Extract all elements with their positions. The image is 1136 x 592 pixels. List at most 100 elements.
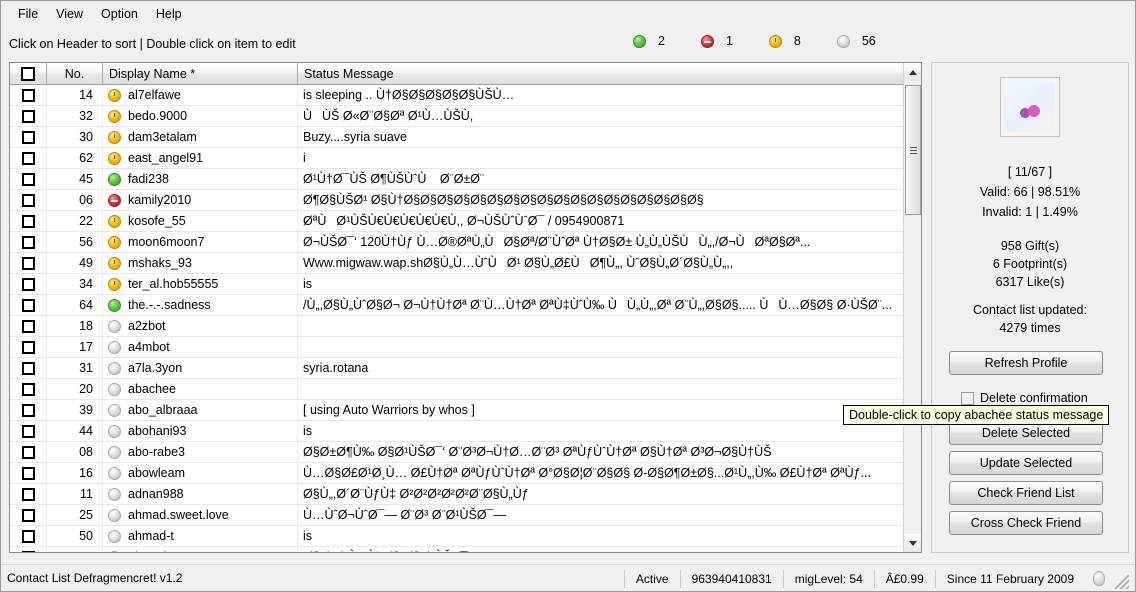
row-display-name-cell[interactable]: moon6moon7: [103, 231, 298, 253]
row-display-name-cell[interactable]: adnan988: [103, 483, 298, 505]
row-display-name-cell[interactable]: ahmad-t: [103, 525, 298, 547]
row-status-message[interactable]: [ using Auto Warriors by whos ]: [298, 400, 898, 421]
delete-confirmation-row[interactable]: Delete confirmation: [961, 391, 1088, 405]
column-header-display-name[interactable]: Display Name *: [103, 63, 298, 85]
row-status-message[interactable]: is sleeping .. Ù†Ø§Ø§Ø§Ø§Ø§ÙŠÙ…: [298, 85, 898, 106]
row-checkbox[interactable]: [21, 130, 35, 144]
row-display-name-cell[interactable]: east_angel91: [103, 147, 298, 169]
row-checkbox[interactable]: [21, 403, 35, 417]
row-display-name-cell[interactable]: dam3etalam: [103, 126, 298, 148]
row-checkbox[interactable]: [21, 256, 35, 270]
row-select-cell[interactable]: [10, 147, 47, 169]
table-row[interactable]: 06 kamily2010 Ø¶Ø§ÙŠØ¹ Ø§Ù†Ø§Ø§Ø§Ø§Ø§Ø§Ø§…: [10, 189, 903, 211]
column-header-no[interactable]: No.: [47, 63, 103, 85]
row-checkbox[interactable]: [21, 361, 35, 375]
table-row[interactable]: 20 abachee: [10, 378, 903, 400]
contact-list-view[interactable]: No. Display Name * Status Message 14 al7e…: [9, 62, 922, 553]
menu-help[interactable]: Help: [147, 4, 191, 24]
row-checkbox[interactable]: [21, 487, 35, 501]
row-display-name-cell[interactable]: kosofe_55: [103, 210, 298, 232]
row-select-cell[interactable]: [10, 504, 47, 526]
row-select-cell[interactable]: [10, 105, 47, 127]
row-status-message[interactable]: syria.rotana: [298, 358, 898, 379]
table-row[interactable]: 50 ahmad-t is: [10, 525, 903, 547]
row-status-message[interactable]: i: [298, 148, 898, 169]
row-select-cell[interactable]: [10, 168, 47, 190]
scroll-up-button[interactable]: [904, 63, 921, 81]
row-display-name-cell[interactable]: fadi238: [103, 168, 298, 190]
row-checkbox[interactable]: [21, 508, 35, 522]
table-row[interactable]: 64 the.-.-.sadness/Ù„,Ø§Ù„ÙˆØ§Ø¬ Ø¬Ù†Ù†Øª…: [10, 294, 903, 316]
menu-file[interactable]: File: [9, 4, 47, 24]
row-display-name-cell[interactable]: a7la.3yon: [103, 357, 298, 379]
row-select-cell[interactable]: [10, 210, 47, 232]
update-selected-button[interactable]: Update Selected: [949, 451, 1103, 475]
table-row[interactable]: 30 dam3etalam Buzy....syria suave: [10, 126, 903, 148]
scrollbar-thumb[interactable]: [905, 85, 921, 215]
row-select-cell[interactable]: [10, 525, 47, 547]
row-status-message[interactable]: [298, 316, 898, 337]
row-checkbox[interactable]: [21, 172, 35, 186]
table-row[interactable]: 18 a2zbot: [10, 315, 903, 337]
row-select-cell[interactable]: [10, 546, 47, 552]
row-display-name-cell[interactable]: abohani93: [103, 420, 298, 442]
row-select-cell[interactable]: [10, 315, 47, 337]
row-select-cell[interactable]: [10, 126, 47, 148]
delete-confirmation-checkbox[interactable]: [961, 391, 974, 405]
cross-check-friend-button[interactable]: Cross Check Friend: [949, 511, 1103, 535]
table-row[interactable]: 34 ter_al.hob55555 is: [10, 273, 903, 295]
row-status-message[interactable]: Ø¶Ø§ÙŠØ¹ Ø§Ù†Ø§Ø§Ø§Ø§Ø§Ø§Ø§Ø§Ø§Ø§Ø§Ø§Ø§Ø…: [298, 190, 898, 211]
row-checkbox[interactable]: [21, 466, 35, 480]
scroll-down-button[interactable]: [904, 534, 921, 552]
row-checkbox[interactable]: [21, 88, 35, 102]
check-friend-list-button[interactable]: Check Friend List: [949, 481, 1103, 505]
row-select-cell[interactable]: [10, 231, 47, 253]
row-status-message[interactable]: is: [298, 274, 898, 295]
row-display-name-cell[interactable]: abachee: [103, 378, 298, 400]
table-row[interactable]: 22 kosofe_55 ØªÙØ¹ÙŠÙ€Ù€Ù€Ù€Ù€Ù,, Ø¬ÙŠÙˆÙ…: [10, 210, 903, 232]
row-display-name-cell[interactable]: ahmadwrr: [103, 546, 298, 552]
row-display-name-cell[interactable]: a2zbot: [103, 315, 298, 337]
row-display-name-cell[interactable]: ahmad.sweet.love: [103, 504, 298, 526]
row-status-message[interactable]: Buzy....syria suave: [298, 127, 898, 148]
row-select-cell[interactable]: [10, 399, 47, 421]
avatar[interactable]: [1000, 77, 1060, 137]
resize-grip-icon[interactable]: [1115, 574, 1129, 589]
row-select-cell[interactable]: [10, 483, 47, 505]
row-status-message[interactable]: Ø§Ø¹Ø·ÙÙˆ Ø§ Ø§Ø¹ÙŠØ¯: [298, 547, 898, 552]
table-row[interactable]: 16 abowleam Ù…Ø§Ø£Ø¹Ø¸Ù… Ø£Ù†Øª ØªÙƒÙˆÙ†Øª…: [10, 462, 903, 484]
row-checkbox[interactable]: [21, 445, 35, 459]
row-status-message[interactable]: Ù…Ø§Ø£Ø¹Ø¸Ù… Ø£Ù†Øª ØªÙƒÙˆÙ†Øª Ø°Ø§Ø¦Ø¨Ø…: [298, 463, 898, 484]
row-display-name-cell[interactable]: abo-rabe3: [103, 441, 298, 463]
refresh-profile-button[interactable]: Refresh Profile: [949, 351, 1103, 375]
row-status-message[interactable]: ÙÙŠ Ø«Ø¨Ø§Øª Ø¹Ù…ÙŠÙ,: [298, 106, 898, 127]
row-status-message[interactable]: Ø¬ÙŠØ¯‘ 120Ù†Ùƒ Ù…Ø®ØªÙ„ÙØ§Øª/Ø¨ÙˆØª Ù†…: [298, 232, 898, 253]
table-row[interactable]: 49 mshaks_93 Www.migwaw.wap.shØ§Ù„Ù…ÙˆÙØ¹…: [10, 252, 903, 274]
row-status-message[interactable]: Ø§Ù„,Ø´Ø¨ÙƒÙ‡ Ø²Ø²Ø²Ø²Ø²Ø¨Ø§Ù„Ùƒ: [298, 484, 898, 505]
row-checkbox[interactable]: [21, 382, 35, 396]
row-checkbox[interactable]: [21, 109, 35, 123]
row-status-message[interactable]: Www.migwaw.wap.shØ§Ù„Ù…ÙˆÙØ¹ Ø§Ù„Ø£ÙØ¶…: [298, 253, 898, 274]
row-checkbox[interactable]: [21, 214, 35, 228]
row-display-name-cell[interactable]: a4mbot: [103, 336, 298, 358]
table-row[interactable]: 44 abohani93 is: [10, 420, 903, 442]
column-header-select-all[interactable]: [10, 63, 47, 85]
row-select-cell[interactable]: [10, 252, 47, 274]
row-checkbox[interactable]: [21, 298, 35, 312]
row-checkbox[interactable]: [21, 193, 35, 207]
table-row[interactable]: 39 abo_albraaa [ using Auto Warriors by wh…: [10, 399, 903, 421]
table-row[interactable]: 14 al7elfawe is sleeping .. Ù†Ø§Ø§Ø§Ø§Ø§ÙŠ…: [10, 85, 903, 106]
table-row[interactable]: 25 ahmad.sweet.love Ù…ÙˆØ¬ÙˆØ¯— Ø¨Ø³ Ø¨Ø¹Ù…: [10, 504, 903, 526]
select-all-checkbox[interactable]: [21, 66, 35, 81]
table-row[interactable]: 45 fadi238 Ø¹Ù†Ø¯ÙŠ Ø¶ÙŠÙˆÙ Ø¨Ø±Ø¨: [10, 168, 903, 190]
row-status-message[interactable]: is: [298, 421, 898, 442]
row-status-message[interactable]: /Ù„,Ø§Ù„ÙˆØ§Ø¬ Ø¬Ù†Ù†Øª Ø¨Ù…Ù†Øª ØªÙ‡ÙˆÙ…: [298, 295, 898, 316]
row-select-cell[interactable]: [10, 357, 47, 379]
row-status-message[interactable]: Ø§Ø±Ø¶Ù‰ Ø§Ø¹ÙŠØ¯‘ Ø¨Ø³Ø¬Ù†Ø…Ø¨Ø³ ØªÙƒÙˆ…: [298, 442, 898, 463]
row-display-name-cell[interactable]: bedo.9000: [103, 105, 298, 127]
row-select-cell[interactable]: [10, 85, 47, 106]
menu-option[interactable]: Option: [92, 4, 147, 24]
table-row[interactable]: 08 abo-rabe3 Ø§Ø±Ø¶Ù‰ Ø§Ø¹ÙŠØ¯‘ Ø¨Ø³Ø¬Ù†Ø……: [10, 441, 903, 463]
table-row[interactable]: 11 adnan988 Ø§Ù„,Ø´Ø¨ÙƒÙ‡ Ø²Ø²Ø²Ø²Ø²Ø¨Ø§Ù„…: [10, 483, 903, 505]
row-status-message[interactable]: [298, 379, 898, 400]
